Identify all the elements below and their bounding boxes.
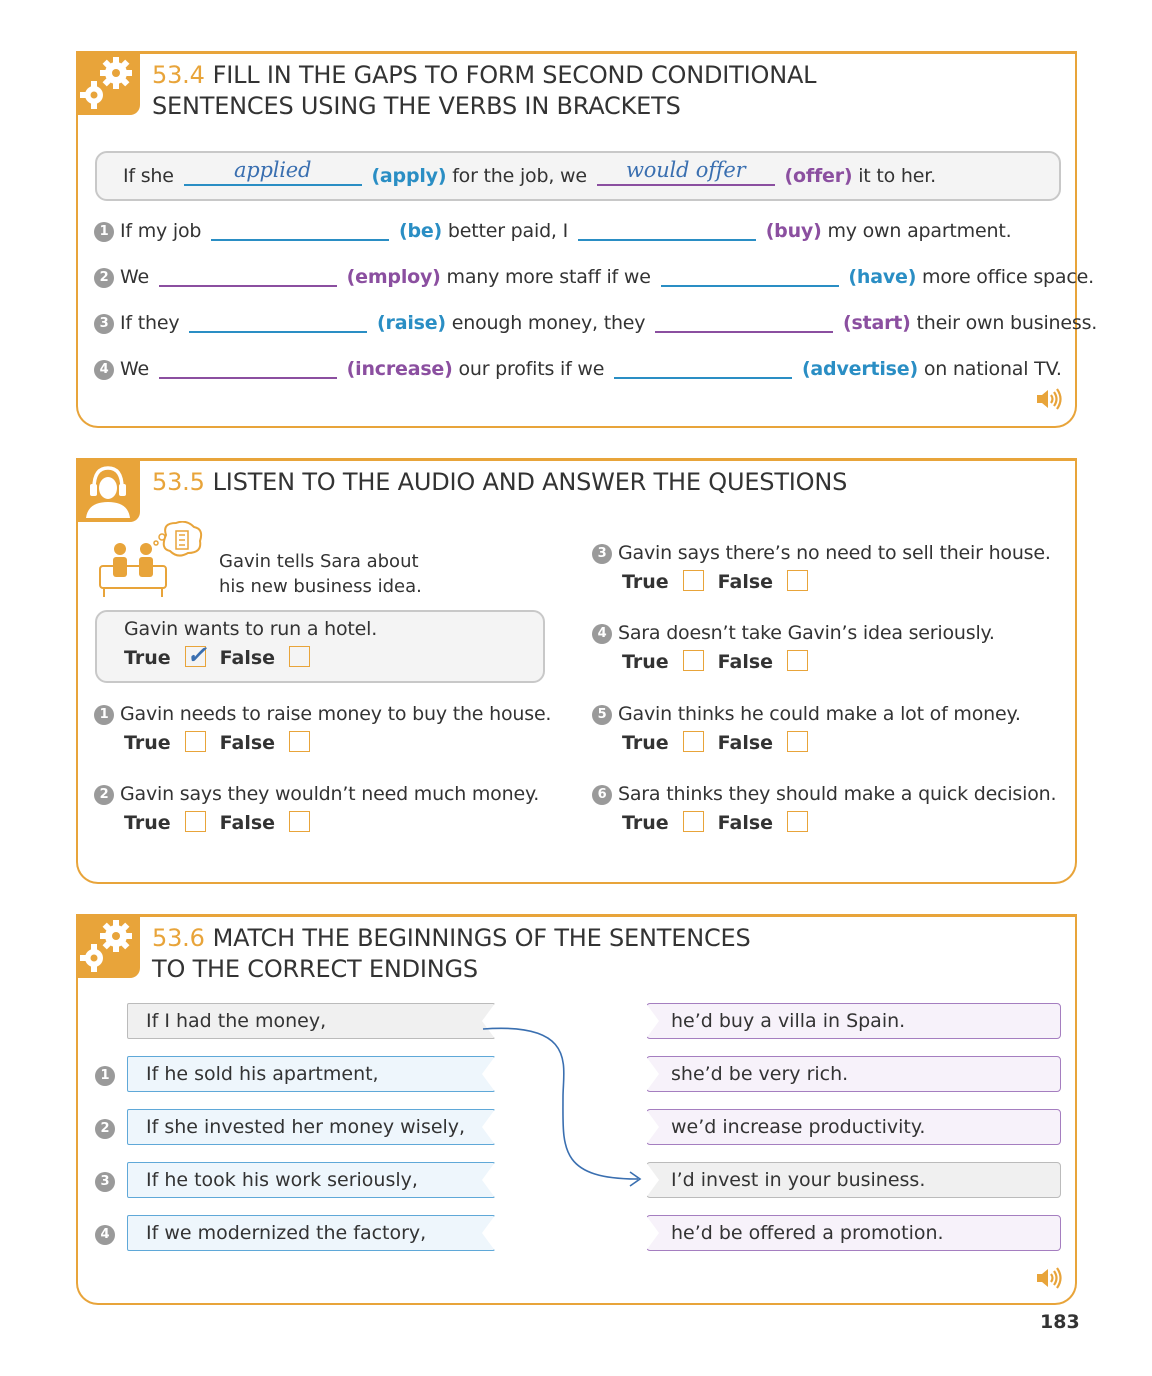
item-number: 3 xyxy=(95,1172,115,1192)
sentence-beginning[interactable]: If he took his work seriously, xyxy=(127,1161,496,1199)
page-number: 183 xyxy=(1040,1311,1080,1333)
exercise-53-5: 53.5 LISTEN TO THE AUDIO AND ANSWER THE Q… xyxy=(76,458,1077,884)
list-item: 4 We (increase) our profits if we (advert… xyxy=(94,357,1062,380)
answer-gap[interactable]: applied xyxy=(183,158,362,186)
couple-thinking-hotel-illustration xyxy=(98,520,208,605)
sentence-ending[interactable]: he’d be offered a promotion. xyxy=(645,1214,1061,1252)
list-item: 2 We (employ) many more staff if we (have… xyxy=(94,265,1094,288)
answer-gap[interactable] xyxy=(211,219,390,241)
intro-text: Gavin tells Sara about his new business … xyxy=(219,551,422,597)
true-checkbox[interactable] xyxy=(682,650,704,671)
answer-gap[interactable] xyxy=(577,219,756,241)
exercise-number: 53.5 xyxy=(152,468,205,496)
false-checkbox[interactable] xyxy=(289,811,311,832)
example-sentence: If she applied (apply) for the job, we w… xyxy=(123,158,936,187)
check-mark-icon: ✓ xyxy=(186,640,207,669)
sentence-beginning[interactable]: If we modernized the factory, xyxy=(127,1214,496,1252)
false-checkbox[interactable] xyxy=(787,650,809,671)
item-number: 4 xyxy=(95,1225,115,1245)
exercise-number: 53.4 xyxy=(152,61,205,89)
item-number: 2 xyxy=(95,1119,115,1139)
exercise-title: 53.5 LISTEN TO THE AUDIO AND ANSWER THE Q… xyxy=(152,468,848,496)
speaker-icon[interactable] xyxy=(1035,387,1063,415)
sentence-ending[interactable]: she’d be very rich. xyxy=(645,1055,1061,1093)
exercise-53-6: 53.6 MATCH THE BEGINNINGS OF THE SENTENCE… xyxy=(76,914,1077,1305)
false-checkbox[interactable] xyxy=(289,731,311,752)
answer-gap[interactable] xyxy=(660,265,839,287)
sentence-ending[interactable]: we’d increase productivity. xyxy=(645,1108,1061,1146)
answer-gap[interactable] xyxy=(614,357,793,379)
true-checkbox[interactable] xyxy=(682,570,704,591)
true-checkbox[interactable] xyxy=(184,731,206,752)
exercise-number: 53.6 xyxy=(152,924,205,952)
true-checkbox[interactable]: ✓ xyxy=(184,640,207,669)
sentence-beginning[interactable]: If I had the money, xyxy=(127,1002,496,1040)
answer-gap[interactable] xyxy=(158,265,337,287)
tf-question: 5 Gavin thinks he could make a lot of mon… xyxy=(592,703,1021,754)
gear-icon xyxy=(76,914,140,978)
exercise-title: 53.6 MATCH THE BEGINNINGS OF THE SENTENCE… xyxy=(152,924,751,983)
tf-question: 6 Sara thinks they should make a quick de… xyxy=(592,783,1057,834)
sentence-beginning[interactable]: If she invested her money wisely, xyxy=(127,1108,496,1146)
list-item: 1 If my job (be) better paid, I (buy) my … xyxy=(94,219,1012,242)
exercise-53-4: 53.4 FILL IN THE GAPS TO FORM SECOND COND… xyxy=(76,51,1097,428)
true-checkbox[interactable] xyxy=(682,811,704,832)
false-checkbox[interactable] xyxy=(787,570,809,591)
tf-question: 1 Gavin needs to raise money to buy the h… xyxy=(94,703,551,754)
tf-question: 3 Gavin says there’s no need to sell thei… xyxy=(592,542,1051,593)
headphones-person-icon xyxy=(76,458,140,522)
answer-gap[interactable]: would offer xyxy=(596,158,775,186)
tf-question: 4 Sara doesn’t take Gavin’s idea seriousl… xyxy=(592,622,995,673)
tf-question: 2 Gavin says they wouldn’t need much mone… xyxy=(94,783,539,834)
false-checkbox[interactable] xyxy=(289,646,311,667)
sentence-ending[interactable]: I’d invest in your business. xyxy=(645,1161,1061,1199)
gear-icon xyxy=(76,51,140,115)
answer-gap[interactable] xyxy=(158,357,337,379)
sentence-ending[interactable]: he’d buy a villa in Spain. xyxy=(645,1002,1061,1040)
speaker-icon[interactable] xyxy=(1035,1266,1063,1294)
true-checkbox[interactable] xyxy=(184,811,206,832)
false-checkbox[interactable] xyxy=(787,811,809,832)
true-checkbox[interactable] xyxy=(682,731,704,752)
exercise-title: 53.4 FILL IN THE GAPS TO FORM SECOND COND… xyxy=(152,61,817,120)
sentence-beginning[interactable]: If he sold his apartment, xyxy=(127,1055,496,1093)
example-question: Gavin wants to run a hotel. True ✓ False xyxy=(124,618,378,669)
answer-gap[interactable] xyxy=(189,311,368,333)
item-number: 1 xyxy=(95,1066,115,1086)
list-item: 3 If they (raise) enough money, they (sta… xyxy=(94,311,1097,334)
false-checkbox[interactable] xyxy=(787,731,809,752)
answer-gap[interactable] xyxy=(655,311,834,333)
